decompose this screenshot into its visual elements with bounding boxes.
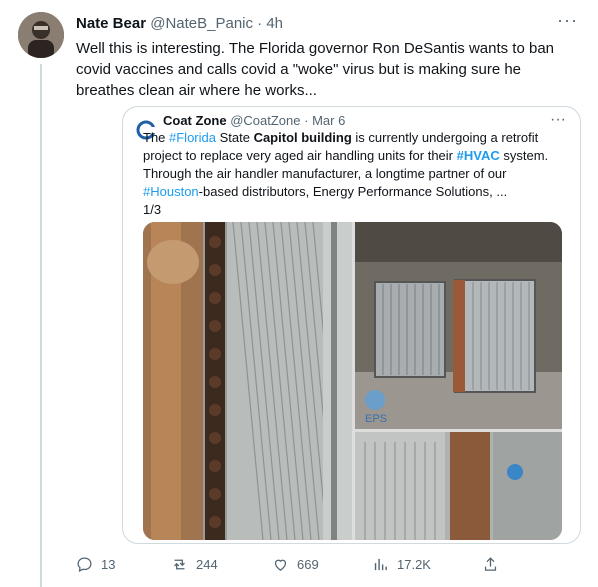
more-options-icon[interactable]: ··· [557,10,578,31]
eps-watermark: EPS [365,413,387,425]
views-count: 17.2K [397,557,431,572]
tweet-header: Nate Bear @NateB_Panic · 4h [76,15,283,32]
heart-icon [274,559,287,571]
quote-author-name[interactable]: Coat Zone [163,113,227,128]
quote-date[interactable]: Mar 6 [312,113,345,128]
tweet-text: Well this is interesting. The Florida go… [76,40,555,99]
avatar[interactable] [18,12,64,58]
hashtag-link[interactable]: #Florida [169,130,216,145]
quote-text-segment: -based distributors, Energy Performance … [198,184,508,199]
quote-text-segment: State [215,130,254,145]
media-image-coil-closeup[interactable] [143,222,352,540]
media-image-coil-side[interactable] [355,432,562,540]
avatar-image [18,12,64,58]
retweet-count: 244 [196,557,218,572]
reply-icon [77,557,92,572]
thread-count: 1/3 [143,202,162,217]
retweet-icon [174,559,185,570]
hashtag-link[interactable]: #Houston [143,184,199,199]
quote-header: Coat Zone @CoatZone · Mar 6 [163,113,345,128]
media-image-air-handlers[interactable]: EPS [355,222,562,429]
timestamp[interactable]: 4h [266,15,283,32]
retweet-button[interactable]: 244 [171,556,218,573]
quote-text: The #Florida State Capitol building is c… [143,129,563,219]
reply-button[interactable]: 13 [76,556,115,573]
quote-more-options-icon[interactable]: ··· [550,111,566,129]
quote-author-handle[interactable]: @CoatZone [230,113,300,128]
quote-media-grid[interactable]: EPS [143,222,562,540]
quote-separator-dot: · [304,113,309,128]
quoted-tweet[interactable]: Coat Zone @CoatZone · Mar 6 ··· The #Flo… [122,106,581,544]
author-name[interactable]: Nate Bear [76,15,146,32]
like-count: 669 [297,557,319,572]
share-button[interactable] [482,556,499,573]
hashtag-link[interactable]: #HVAC [457,148,500,163]
views-button[interactable]: 17.2K [372,556,431,573]
reply-count: 13 [101,557,116,572]
separator-dot: · [257,15,263,32]
views-chart-icon [374,558,387,571]
quote-text-segment: The [143,130,170,145]
author-handle[interactable]: @NateB_Panic [150,15,253,32]
share-icon [484,557,497,571]
tweet-actions: 13 244 669 17.2K [76,556,586,576]
like-button[interactable]: 669 [272,556,319,573]
thread-line [40,64,42,587]
quote-text-segment: Capitol building [253,130,352,145]
